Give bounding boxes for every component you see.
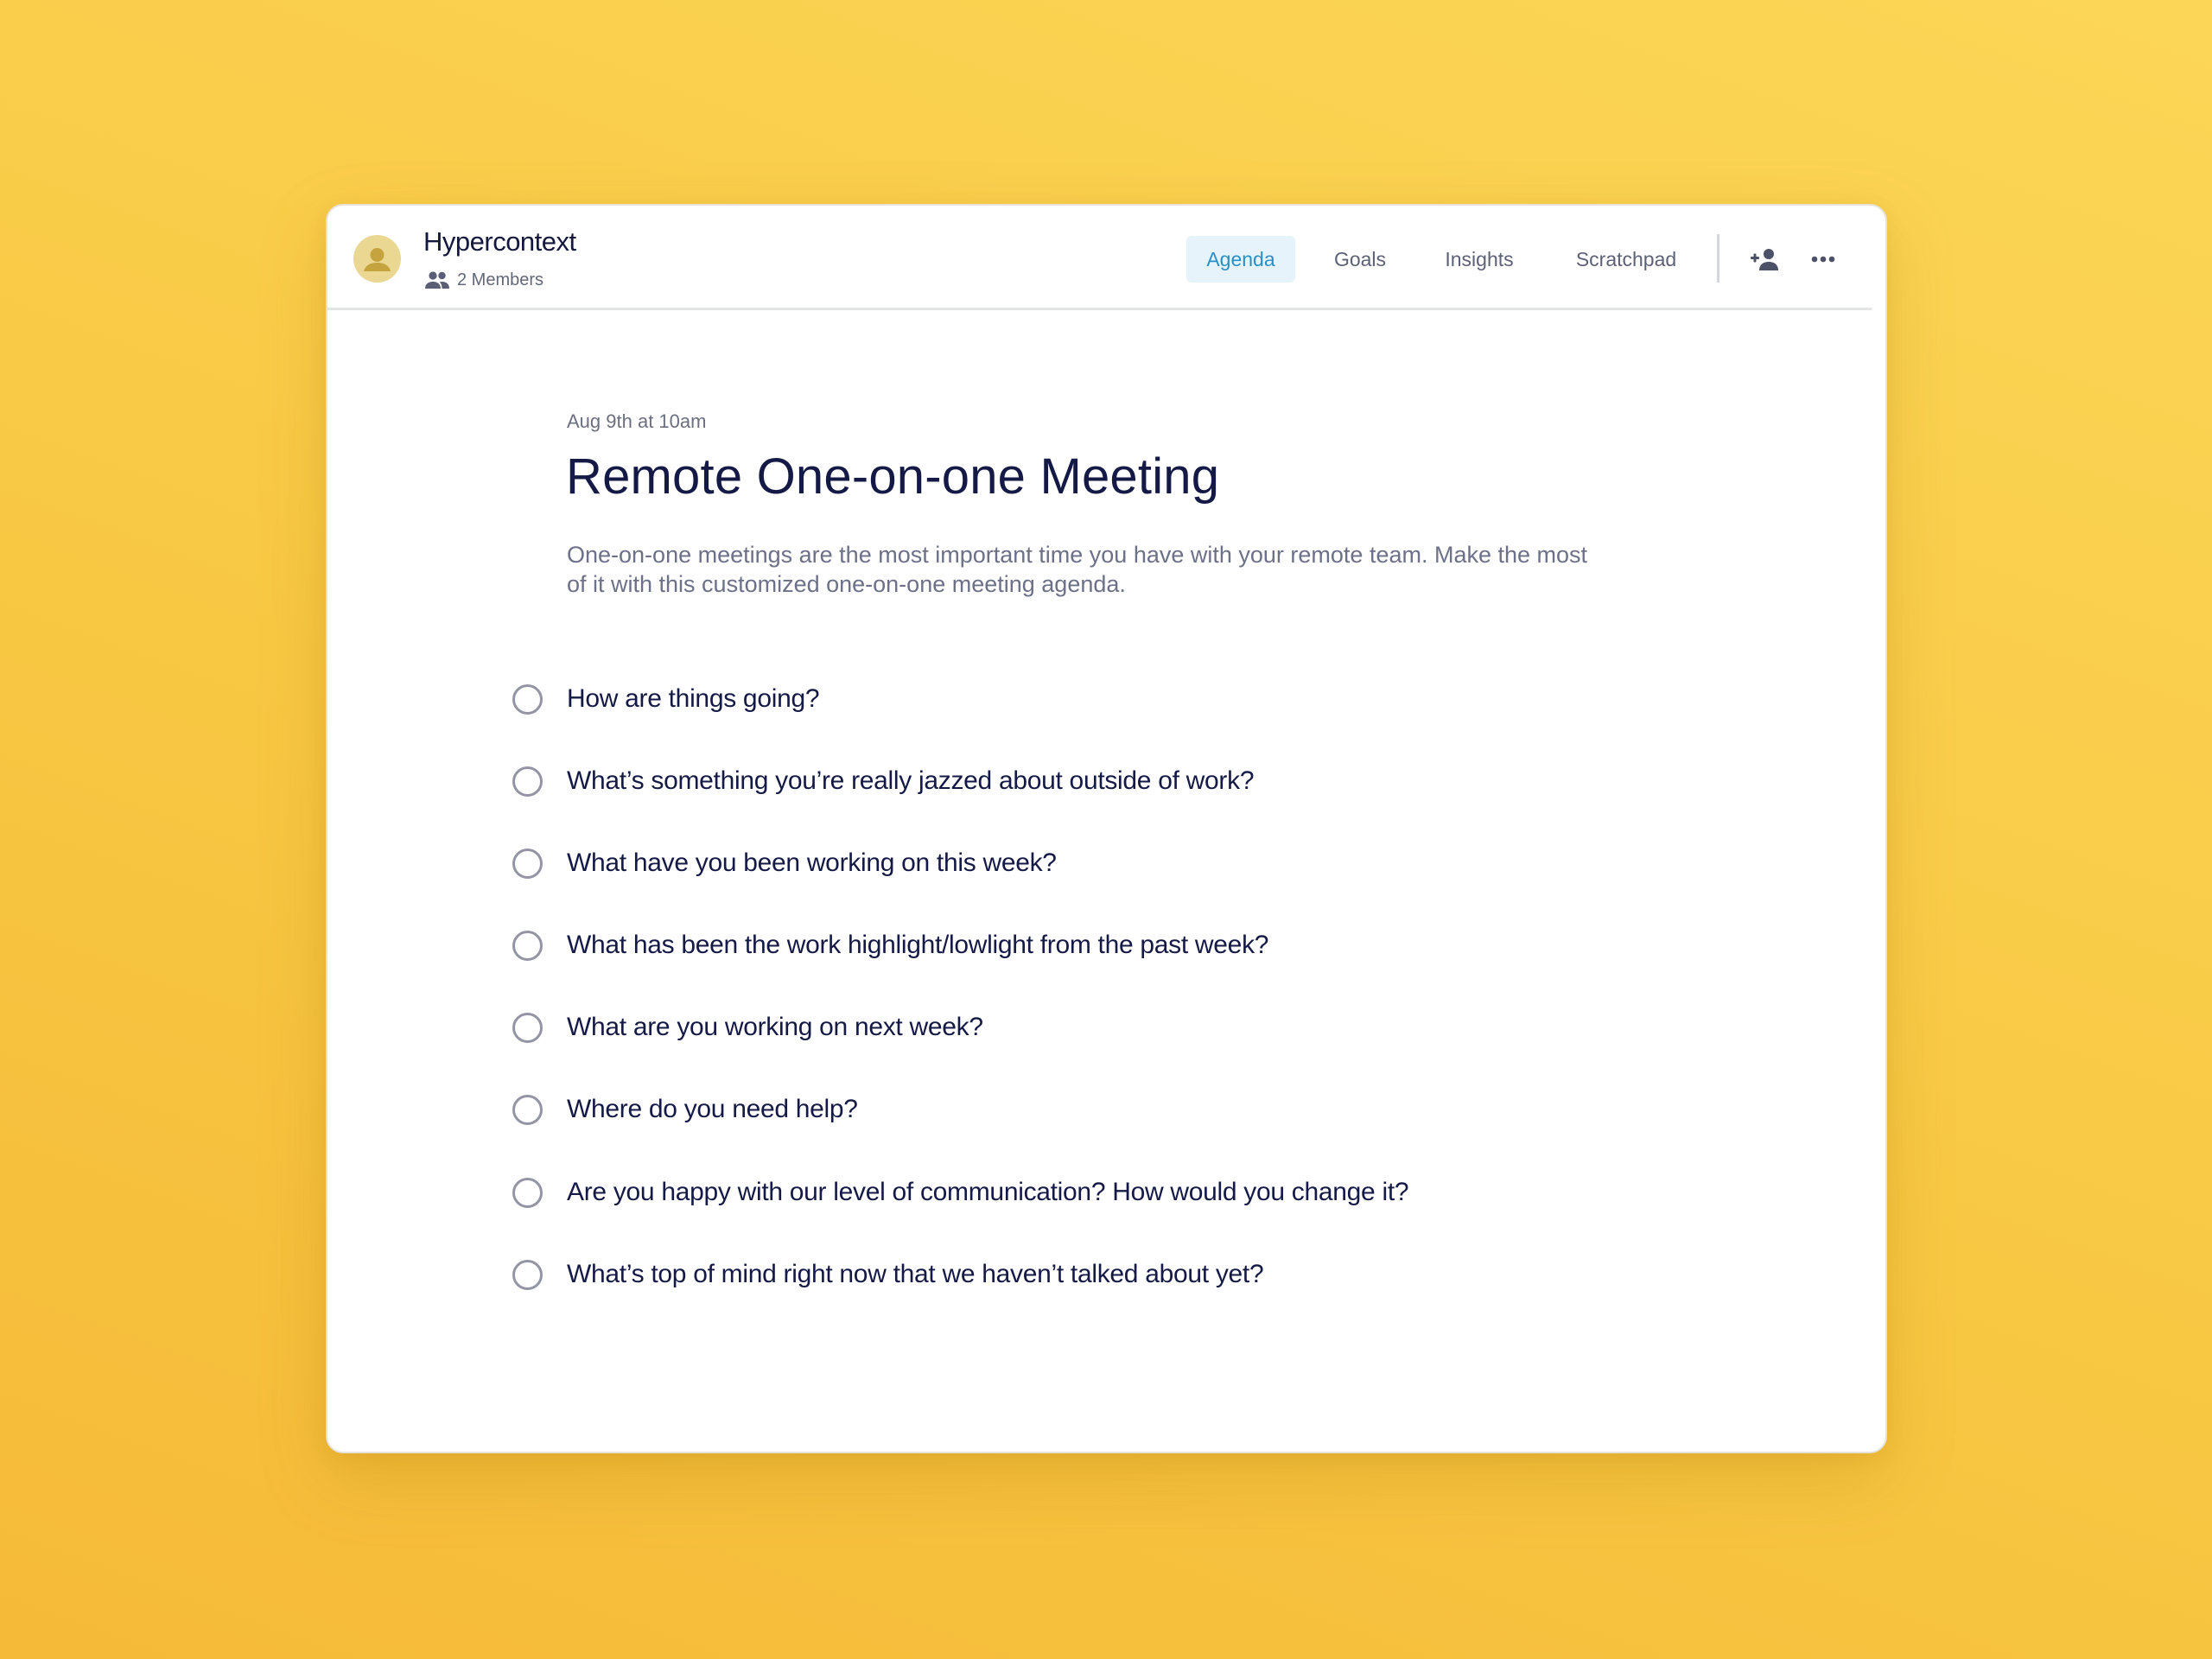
agenda-item: What has been the work highlight/lowligh… bbox=[512, 925, 1268, 965]
more-horizontal-icon bbox=[1811, 256, 1835, 263]
agenda-item-checkbox[interactable] bbox=[512, 766, 543, 797]
agenda-item-checkbox[interactable] bbox=[512, 1094, 543, 1125]
agenda-item-text[interactable]: What have you been working on this week? bbox=[567, 849, 1057, 878]
tab-scratchpad[interactable]: Scratchpad bbox=[1559, 236, 1694, 283]
agenda-item-text[interactable]: What’s something you’re really jazzed ab… bbox=[567, 766, 1255, 796]
tab-insights[interactable]: Insights bbox=[1438, 236, 1521, 283]
agenda-content: Aug 9th at 10am Remote One-on-one Meetin… bbox=[327, 313, 1885, 1452]
add-person-icon bbox=[1751, 249, 1778, 270]
agenda-item: What’s something you’re really jazzed ab… bbox=[512, 761, 1255, 801]
agenda-item: Where do you need help? bbox=[512, 1090, 858, 1129]
user-avatar-icon[interactable] bbox=[353, 235, 401, 283]
agenda-item-text[interactable]: What has been the work highlight/lowligh… bbox=[567, 931, 1268, 960]
add-member-button[interactable] bbox=[1748, 242, 1783, 276]
header-divider bbox=[1717, 234, 1719, 283]
tab-agenda[interactable]: Agenda bbox=[1186, 236, 1295, 283]
workspace-header: Hypercontext 2 Members Agenda Goals Insi… bbox=[327, 206, 1872, 310]
agenda-item-checkbox[interactable] bbox=[512, 1259, 543, 1290]
meeting-card: Hypercontext 2 Members Agenda Goals Insi… bbox=[326, 204, 1887, 1453]
agenda-item: What’s top of mind right now that we hav… bbox=[512, 1255, 1264, 1294]
workspace-title: Hypercontext bbox=[423, 226, 576, 257]
agenda-item: How are things going? bbox=[512, 679, 820, 719]
agenda-item-checkbox[interactable] bbox=[512, 683, 543, 715]
agenda-item-checkbox[interactable] bbox=[512, 930, 543, 961]
agenda-item-text[interactable]: What are you working on next week? bbox=[567, 1013, 983, 1042]
agenda-list: How are things going? What’s something y… bbox=[327, 313, 1885, 1452]
agenda-item-text[interactable]: How are things going? bbox=[567, 684, 820, 714]
tab-goals[interactable]: Goals bbox=[1330, 236, 1390, 283]
agenda-item-text[interactable]: What’s top of mind right now that we hav… bbox=[567, 1260, 1264, 1289]
more-options-button[interactable] bbox=[1806, 242, 1840, 276]
agenda-item-checkbox[interactable] bbox=[512, 848, 543, 879]
members-label: 2 Members bbox=[457, 270, 544, 289]
agenda-item-checkbox[interactable] bbox=[512, 1012, 543, 1043]
members-count[interactable]: 2 Members bbox=[423, 268, 543, 292]
agenda-item-checkbox[interactable] bbox=[512, 1177, 543, 1208]
agenda-item: What have you been working on this week? bbox=[512, 843, 1057, 883]
agenda-item-text[interactable]: Where do you need help? bbox=[567, 1095, 858, 1124]
group-icon bbox=[425, 271, 449, 289]
agenda-item: What are you working on next week? bbox=[512, 1007, 983, 1047]
agenda-item-text[interactable]: Are you happy with our level of communic… bbox=[567, 1178, 1409, 1207]
agenda-item: Are you happy with our level of communic… bbox=[512, 1173, 1409, 1212]
